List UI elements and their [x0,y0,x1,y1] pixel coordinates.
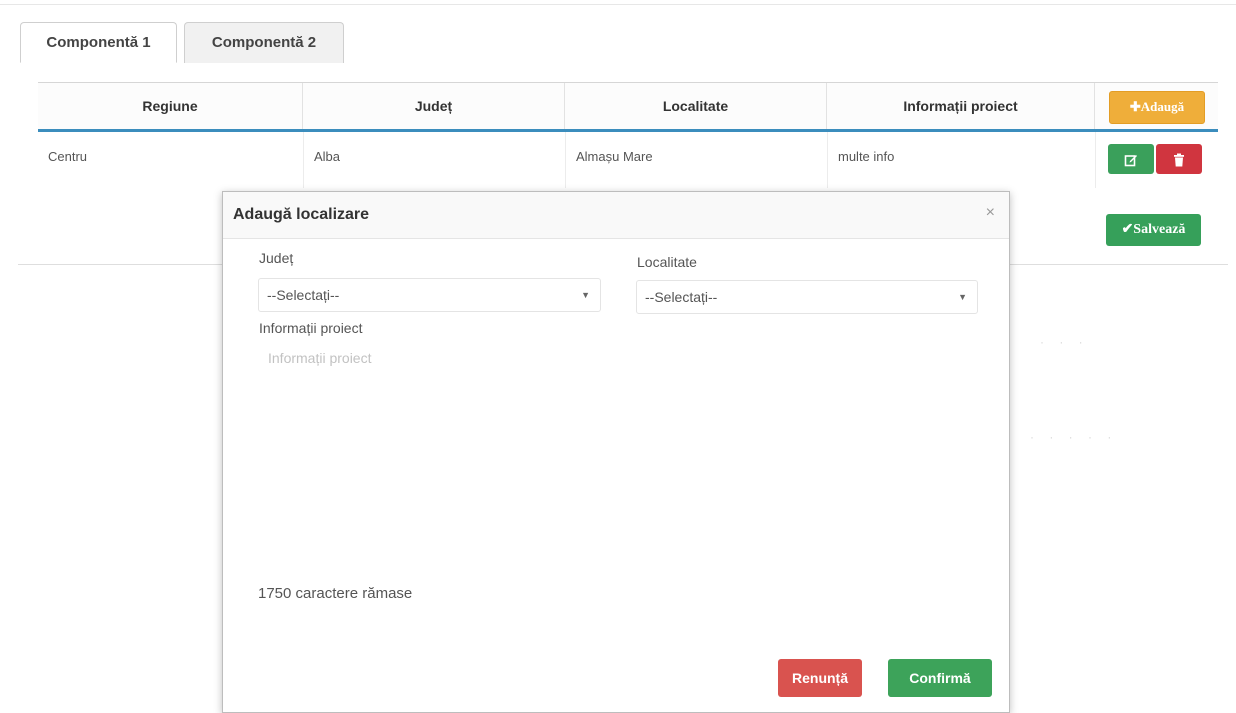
table-header: Regiune Județ Localitate Informații proi… [38,82,1218,132]
table-row: Centru Alba Almașu Mare multe info [38,132,1218,188]
edit-button[interactable] [1108,144,1154,174]
tab-componenta-1[interactable]: Componentă 1 [20,22,177,63]
chevron-down-icon: ▼ [958,292,967,302]
close-icon[interactable]: × [986,204,995,222]
delete-button[interactable] [1156,144,1202,174]
modal-header: Adaugă localizare × [223,192,1009,239]
confirm-button[interactable]: Confirmă [888,659,992,697]
background-noise: · · · · · [1030,430,1118,444]
localitate-select[interactable]: --Selectați-- ▼ [636,280,978,314]
add-location-modal: Adaugă localizare × Județ --Selectați-- … [222,191,1010,713]
save-button[interactable]: ✔Salvează [1106,214,1201,246]
edit-icon [1124,155,1137,167]
cell-info: multe info [827,132,1095,188]
cell-regiune: Centru [48,149,88,164]
top-divider [0,4,1236,5]
localitate-select-value: --Selectați-- [645,289,718,305]
judet-select[interactable]: --Selectați-- ▼ [258,278,601,312]
background-noise: · · · [1040,335,1089,349]
info-textarea[interactable]: Informații proiect [258,344,978,564]
cancel-button[interactable]: Renunță [778,659,862,697]
modal-title: Adaugă localizare [233,206,370,223]
header-judet: Județ [303,83,565,129]
judet-select-value: --Selectați-- [267,287,340,303]
tab-componenta-2[interactable]: Componentă 2 [184,22,344,63]
cell-judet: Alba [303,132,565,188]
header-regiune: Regiune [38,83,303,129]
judet-label: Județ [259,250,294,266]
localitate-label: Localitate [637,254,697,270]
cell-localitate: Almașu Mare [565,132,827,188]
header-localitate: Localitate [565,83,827,129]
info-label: Informații proiect [259,320,363,336]
localizare-table: Regiune Județ Localitate Informații proi… [38,82,1218,188]
header-informatii-proiect: Informații proiect [827,83,1095,129]
trash-icon [1174,153,1184,167]
cell-actions [1095,132,1219,188]
char-counter: 1750 caractere rămase [258,585,413,602]
chevron-down-icon: ▼ [581,290,590,300]
add-button[interactable]: ✚Adaugă [1109,91,1205,124]
